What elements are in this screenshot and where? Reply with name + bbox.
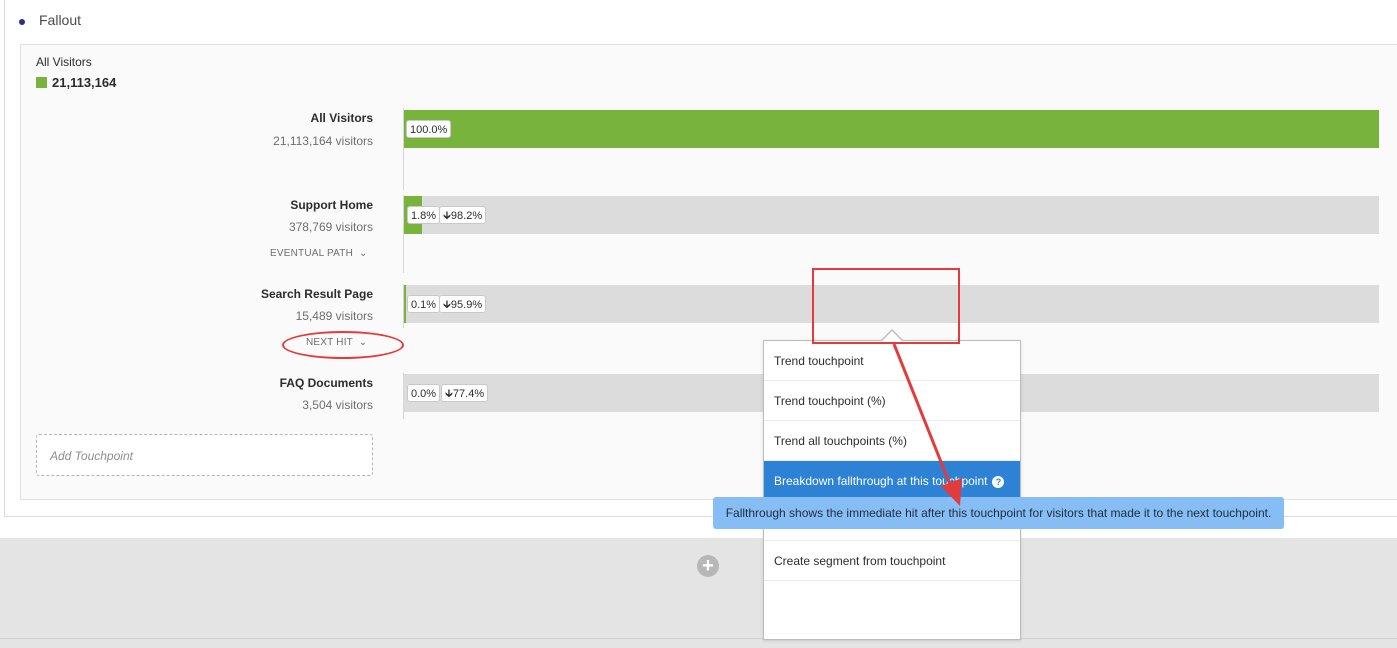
- menu-item-breakdown-fallthrough[interactable]: Breakdown fallthrough at this touchpoint…: [764, 461, 1020, 501]
- touchpoint-visitors: 3,504 visitors: [302, 398, 373, 412]
- touchpoint-bar-fill: [404, 110, 1379, 148]
- path-link-label: EVENTUAL PATH: [270, 248, 353, 259]
- arrow-down-icon: 🡳: [443, 210, 451, 222]
- touchpoint-bar-fill: [404, 285, 406, 323]
- add-icon[interactable]: +: [697, 555, 719, 577]
- touchpoint-visitors: 15,489 visitors: [295, 309, 373, 323]
- touchpoint-name[interactable]: Support Home: [13, 198, 373, 212]
- annotation-ellipse: [282, 331, 404, 359]
- dropoff-value: 95.9%: [450, 299, 483, 311]
- panel-title[interactable]: Fallout: [39, 12, 81, 28]
- add-panel-area: [0, 538, 1397, 648]
- percent-pill: 0.0%: [407, 384, 441, 402]
- menu-item-trend-touchpoint-percent[interactable]: Trend touchpoint (%): [764, 381, 1020, 421]
- touchpoint-bar-track[interactable]: 100.0%: [404, 110, 1379, 148]
- arrow-down-icon: 🡳: [443, 299, 451, 311]
- touchpoint-name[interactable]: All Visitors: [13, 111, 373, 125]
- dropoff-value: 77.4%: [452, 388, 485, 400]
- menu-item-create-segment[interactable]: Create segment from touchpoint: [764, 541, 1020, 581]
- dropoff-value: 98.2%: [450, 210, 483, 222]
- touchpoint-context-menu: Trend touchpoint Trend touchpoint (%) Tr…: [763, 340, 1021, 640]
- percent-pill: 1.8%: [407, 206, 441, 224]
- segment-color-swatch: [36, 77, 47, 88]
- segment-name: All Visitors: [36, 55, 92, 69]
- panel-bullet-icon: [19, 19, 25, 25]
- menu-item-label: Breakdown fallthrough at this touchpoint: [774, 474, 988, 488]
- chevron-down-icon: ⌄: [358, 248, 368, 259]
- dropoff-pill: 🡳95.9%: [439, 295, 487, 313]
- touchpoint-bar-track[interactable]: 1.8% 🡳98.2%: [404, 196, 1379, 234]
- fallthrough-tooltip: Fallthrough shows the immediate hit afte…: [713, 497, 1284, 529]
- segment-total: 21,113,164: [52, 75, 117, 90]
- percent-pill: 0.1%: [407, 295, 441, 313]
- menu-item-trend-all-touchpoints[interactable]: Trend all touchpoints (%): [764, 421, 1020, 461]
- annotation-rectangle: [812, 268, 960, 344]
- arrow-down-icon: 🡳: [445, 388, 453, 400]
- eventual-path-toggle[interactable]: EVENTUAL PATH ⌄: [270, 248, 368, 259]
- percent-pill: 100.0%: [406, 120, 452, 138]
- add-touchpoint-dropzone[interactable]: Add Touchpoint: [36, 434, 373, 476]
- dropoff-pill: 🡳98.2%: [439, 206, 487, 224]
- touchpoint-name[interactable]: FAQ Documents: [13, 376, 373, 390]
- touchpoint-visitors: 378,769 visitors: [288, 220, 373, 234]
- touchpoint-name[interactable]: Search Result Page: [13, 287, 373, 301]
- menu-item-trend-touchpoint[interactable]: Trend touchpoint: [764, 341, 1020, 381]
- dropoff-pill: 🡳77.4%: [441, 384, 489, 402]
- touchpoint-visitors: 21,113,164 visitors: [273, 134, 373, 148]
- help-icon[interactable]: ?: [992, 475, 1005, 488]
- divider: [0, 638, 1397, 639]
